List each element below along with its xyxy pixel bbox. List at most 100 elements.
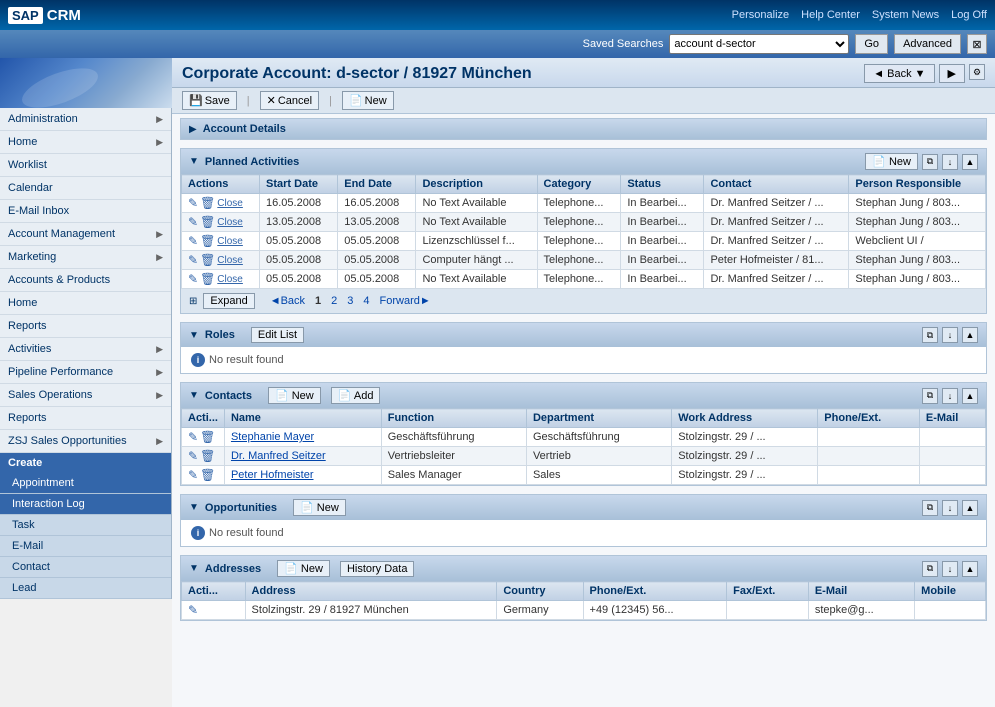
page-4[interactable]: 4 bbox=[360, 295, 372, 307]
opportunities-new-button[interactable]: 📄 New bbox=[293, 499, 346, 516]
opp-copy-button[interactable]: ⧉ bbox=[922, 500, 938, 516]
sidebar-item-worklist[interactable]: Worklist bbox=[0, 154, 171, 177]
page-1[interactable]: 1 bbox=[312, 295, 324, 307]
cancel-button[interactable]: ✕ Cancel bbox=[260, 91, 319, 110]
collapse-icon[interactable]: ▼ bbox=[189, 330, 199, 341]
sidebar-item-marketing[interactable]: Marketing ▶ bbox=[0, 246, 171, 269]
contact-name-cell[interactable]: Stephanie Mayer bbox=[224, 428, 381, 447]
edit-icon[interactable]: ✎ bbox=[188, 215, 198, 229]
collapse-icon[interactable]: ▼ bbox=[189, 156, 199, 167]
sidebar-item-zsj-sales[interactable]: ZSJ Sales Opportunities ▶ bbox=[0, 430, 171, 453]
sidebar-item-pipeline[interactable]: Pipeline Performance ▶ bbox=[0, 361, 171, 384]
edit-icon[interactable]: ✎ bbox=[188, 603, 198, 617]
close-label[interactable]: Close bbox=[217, 217, 243, 228]
page-3[interactable]: 3 bbox=[344, 295, 356, 307]
saved-searches-select[interactable]: account d-sector bbox=[669, 34, 849, 54]
roles-copy-button[interactable]: ⧉ bbox=[922, 327, 938, 343]
contacts-export-button[interactable]: ↓ bbox=[942, 388, 958, 404]
collapse-icon[interactable]: ▼ bbox=[189, 390, 199, 401]
arrow-icon: ▶ bbox=[156, 436, 163, 447]
sidebar-create-email[interactable]: E-Mail bbox=[0, 536, 171, 557]
sidebar-item-home2[interactable]: Home bbox=[0, 292, 171, 315]
edit-icon[interactable]: ✎ bbox=[188, 272, 198, 286]
edit-icon[interactable]: ✎ bbox=[188, 234, 198, 248]
delete-icon[interactable]: 🗑 bbox=[200, 430, 215, 444]
sidebar-create-task[interactable]: Task bbox=[0, 515, 171, 536]
contact-name-cell[interactable]: Dr. Manfred Seitzer bbox=[224, 447, 381, 466]
sidebar-item-reports2[interactable]: Reports bbox=[0, 407, 171, 430]
sidebar-item-account-management[interactable]: Account Management ▶ bbox=[0, 223, 171, 246]
col-addr-acti: Acti... bbox=[182, 582, 246, 601]
sidebar-create-interaction-log[interactable]: Interaction Log bbox=[0, 494, 171, 515]
addresses-new-button[interactable]: 📄 New bbox=[277, 560, 330, 577]
new-button[interactable]: 📄 New bbox=[342, 91, 394, 110]
sidebar-item-sales-ops[interactable]: Sales Operations ▶ bbox=[0, 384, 171, 407]
sidebar-item-reports1[interactable]: Reports bbox=[0, 315, 171, 338]
delete-icon[interactable]: 🗑 bbox=[200, 234, 215, 248]
export-icon-button[interactable]: ↓ bbox=[942, 154, 958, 170]
opp-export-button[interactable]: ↓ bbox=[942, 500, 958, 516]
go-button[interactable]: Go bbox=[855, 34, 888, 54]
opp-collapse-button[interactable]: ▲ bbox=[962, 500, 978, 516]
collapse-section-button[interactable]: ▲ bbox=[962, 154, 978, 170]
contact-name-cell[interactable]: Peter Hofmeister bbox=[224, 466, 381, 485]
addr-collapse-button[interactable]: ▲ bbox=[962, 561, 978, 577]
edit-icon[interactable]: ✎ bbox=[188, 449, 198, 463]
search-extra-button[interactable]: ⊠ bbox=[967, 34, 987, 54]
sidebar-item-home[interactable]: Home ▶ bbox=[0, 131, 171, 154]
delete-icon[interactable]: 🗑 bbox=[200, 468, 215, 482]
sidebar-item-calendar[interactable]: Calendar bbox=[0, 177, 171, 200]
advanced-button[interactable]: Advanced bbox=[894, 34, 961, 54]
close-label[interactable]: Close bbox=[217, 198, 243, 209]
addr-export-button[interactable]: ↓ bbox=[942, 561, 958, 577]
copy-icon-button[interactable]: ⧉ bbox=[922, 154, 938, 170]
close-label[interactable]: Close bbox=[217, 255, 243, 266]
log-off-link[interactable]: Log Off bbox=[951, 9, 987, 21]
edit-icon[interactable]: ✎ bbox=[188, 468, 198, 482]
collapse-icon[interactable]: ▼ bbox=[189, 502, 199, 513]
account-details-header[interactable]: ▶ Account Details bbox=[181, 119, 986, 139]
sidebar-item-activities[interactable]: Activities ▶ bbox=[0, 338, 171, 361]
planned-activities-new-button[interactable]: 📄 New bbox=[865, 153, 918, 170]
delete-icon[interactable]: 🗑 bbox=[200, 196, 215, 210]
sidebar-item-accounts-products[interactable]: Accounts & Products bbox=[0, 269, 171, 292]
contacts-copy-button[interactable]: ⧉ bbox=[922, 388, 938, 404]
sidebar-create-lead[interactable]: Lead bbox=[0, 578, 171, 599]
pagination-forward[interactable]: Forward► bbox=[377, 295, 434, 307]
edit-icon[interactable]: ✎ bbox=[188, 430, 198, 444]
contacts-add-button[interactable]: 📄 Add bbox=[331, 387, 381, 404]
contacts-collapse-button[interactable]: ▲ bbox=[962, 388, 978, 404]
addr-copy-button[interactable]: ⧉ bbox=[922, 561, 938, 577]
col-function: Function bbox=[381, 409, 526, 428]
contacts-new-button[interactable]: 📄 New bbox=[268, 387, 321, 404]
close-label[interactable]: Close bbox=[217, 274, 243, 285]
delete-icon[interactable]: 🗑 bbox=[200, 253, 215, 267]
system-news-link[interactable]: System News bbox=[872, 9, 939, 21]
expand-button[interactable]: Expand bbox=[203, 293, 254, 309]
personalize-link[interactable]: Personalize bbox=[732, 9, 789, 21]
delete-icon[interactable]: 🗑 bbox=[200, 215, 215, 229]
help-center-link[interactable]: Help Center bbox=[801, 9, 860, 21]
back-button[interactable]: ◄ Back ▼ bbox=[864, 64, 934, 83]
save-button[interactable]: 💾 Save bbox=[182, 91, 237, 110]
expand-icon: ▶ bbox=[189, 124, 197, 135]
roles-export-button[interactable]: ↓ bbox=[942, 327, 958, 343]
roles-collapse-button[interactable]: ▲ bbox=[962, 327, 978, 343]
nav-forward-button[interactable]: ▶ bbox=[939, 64, 965, 83]
sidebar-item-email-inbox[interactable]: E-Mail Inbox bbox=[0, 200, 171, 223]
edit-icon[interactable]: ✎ bbox=[188, 253, 198, 267]
collapse-icon[interactable]: ▼ bbox=[189, 563, 199, 574]
page-2[interactable]: 2 bbox=[328, 295, 340, 307]
delete-icon[interactable]: 🗑 bbox=[200, 449, 215, 463]
sidebar-create-appointment[interactable]: Appointment bbox=[0, 473, 171, 494]
addresses-history-button[interactable]: History Data bbox=[340, 561, 415, 577]
sidebar-item-administration[interactable]: Administration ▶ bbox=[0, 108, 171, 131]
close-label[interactable]: Close bbox=[217, 236, 243, 247]
delete-icon[interactable]: 🗑 bbox=[200, 272, 215, 286]
edit-list-button[interactable]: Edit List bbox=[251, 327, 304, 343]
table-row: ✎ 🗑 Close 13.05.2008 13.05.2008 No Text … bbox=[182, 213, 986, 232]
settings-icon-button[interactable]: ⚙ bbox=[969, 64, 985, 80]
sidebar-create-contact[interactable]: Contact bbox=[0, 557, 171, 578]
edit-icon[interactable]: ✎ bbox=[188, 196, 198, 210]
pagination-back[interactable]: ◄Back bbox=[267, 295, 308, 307]
